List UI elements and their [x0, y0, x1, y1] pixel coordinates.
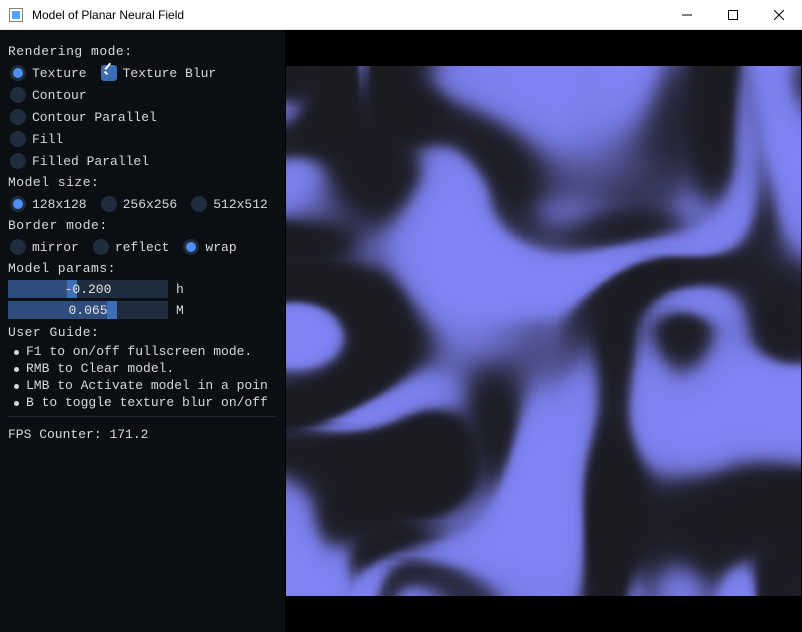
client-area: Rendering mode: Texture Texture Blur Con… — [0, 30, 802, 632]
model-size-label: Model size: — [8, 175, 277, 190]
rendering-option-contour[interactable]: Contour — [10, 87, 271, 103]
radio-icon — [10, 153, 26, 169]
radio-icon — [10, 109, 26, 125]
radio-icon — [10, 65, 26, 81]
app-icon — [8, 7, 24, 23]
window-maximize-button[interactable] — [710, 0, 756, 30]
window-title: Model of Planar Neural Field — [32, 8, 184, 22]
border-wrap[interactable]: wrap — [183, 239, 236, 255]
sidebar: Rendering mode: Texture Texture Blur Con… — [0, 30, 285, 632]
slider-h[interactable]: -0.200 — [8, 280, 168, 298]
checkbox-icon — [101, 65, 117, 81]
slider-h-label: h — [176, 282, 184, 297]
border-reflect[interactable]: reflect — [93, 239, 170, 255]
model-params-label: Model params: — [8, 261, 277, 276]
rendering-mode-label: Rendering mode: — [8, 44, 277, 59]
fps-counter: FPS Counter: 171.2 — [8, 427, 277, 442]
user-guide-label: User Guide: — [8, 325, 277, 340]
option-label: mirror — [32, 240, 79, 255]
rendering-option-contour-parallel[interactable]: Contour Parallel — [10, 109, 271, 125]
radio-icon — [10, 196, 26, 212]
rendering-option-filled-parallel[interactable]: Filled Parallel — [10, 153, 271, 169]
guide-item: F1 to on/off fullscreen mode. — [12, 344, 277, 359]
option-label: 128x128 — [32, 197, 87, 212]
radio-icon — [101, 196, 117, 212]
radio-icon — [10, 131, 26, 147]
radio-icon — [10, 87, 26, 103]
option-label: Filled Parallel — [32, 154, 149, 169]
rendering-option-texture-blur[interactable]: Texture Blur — [101, 65, 217, 81]
option-label: 512x512 — [213, 197, 268, 212]
option-label: Fill — [32, 132, 63, 147]
option-label: Texture — [32, 66, 87, 81]
border-mode-label: Border mode: — [8, 218, 277, 233]
rendering-option-fill[interactable]: Fill — [10, 131, 271, 147]
option-label: Texture Blur — [123, 66, 217, 81]
slider-m[interactable]: 0.065 — [8, 301, 168, 319]
rendering-option-texture[interactable]: Texture — [10, 65, 87, 81]
model-size-256[interactable]: 256x256 — [101, 196, 178, 212]
radio-icon — [93, 239, 109, 255]
guide-item: B to toggle texture blur on/off — [12, 395, 277, 410]
option-label: reflect — [115, 240, 170, 255]
model-size-128[interactable]: 128x128 — [10, 196, 87, 212]
option-label: 256x256 — [123, 197, 178, 212]
fps-value: 171.2 — [109, 427, 148, 442]
border-mirror[interactable]: mirror — [10, 239, 79, 255]
guide-item: LMB to Activate model in a poin — [12, 378, 277, 393]
option-label: Contour — [32, 88, 87, 103]
render-area[interactable] — [285, 30, 802, 632]
option-label: Contour Parallel — [32, 110, 157, 125]
slider-m-label: M — [176, 303, 184, 318]
radio-icon — [183, 239, 199, 255]
guide-item: RMB to Clear model. — [12, 361, 277, 376]
window-close-button[interactable] — [756, 0, 802, 30]
option-label: wrap — [205, 240, 236, 255]
model-size-512[interactable]: 512x512 — [191, 196, 268, 212]
radio-icon — [10, 239, 26, 255]
neural-field-canvas[interactable] — [286, 66, 801, 596]
radio-icon — [191, 196, 207, 212]
window-minimize-button[interactable] — [664, 0, 710, 30]
separator — [8, 416, 277, 417]
user-guide-list: F1 to on/off fullscreen mode. RMB to Cle… — [12, 344, 277, 410]
window-titlebar: Model of Planar Neural Field — [0, 0, 802, 30]
fps-label: FPS Counter: — [8, 427, 102, 442]
